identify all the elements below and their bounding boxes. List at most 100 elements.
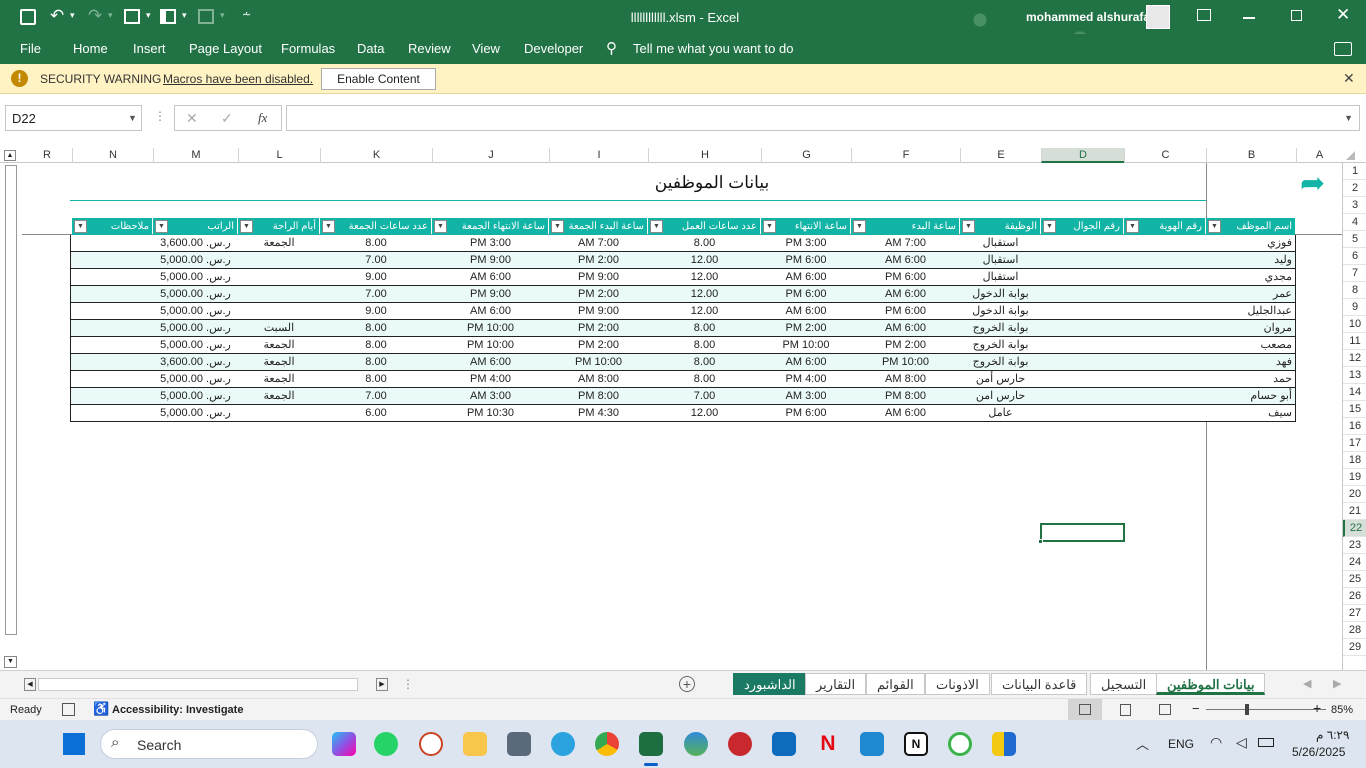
table-icon[interactable] bbox=[124, 9, 140, 24]
column-header-A[interactable]: A bbox=[1296, 148, 1342, 163]
table-cell[interactable]: 8:00 AM bbox=[549, 371, 648, 388]
table-cell[interactable]: بوابة الخروج bbox=[960, 337, 1041, 354]
enter-icon[interactable]: ✓ bbox=[221, 110, 233, 127]
taskbar-search-box[interactable]: ⌕ Search bbox=[100, 729, 318, 759]
table-cell[interactable]: 6:00 AM bbox=[851, 405, 960, 422]
table-cell[interactable]: 6:00 AM bbox=[432, 303, 549, 320]
tab-review[interactable]: Review bbox=[408, 41, 451, 56]
table-cell[interactable]: 2:00 PM bbox=[549, 337, 648, 354]
column-header-B[interactable]: B bbox=[1206, 148, 1296, 163]
table-cell[interactable]: 8:00 PM bbox=[851, 388, 960, 405]
table-cell[interactable]: 9:00 PM bbox=[549, 269, 648, 286]
table-cell[interactable]: سيف bbox=[1206, 405, 1296, 422]
table-cell[interactable]: 10:00 PM bbox=[761, 337, 851, 354]
filter-dropdown-icon[interactable]: ▼ bbox=[74, 220, 87, 233]
horizontal-scrollbar[interactable] bbox=[38, 678, 358, 691]
table-cell[interactable]: 8.00 bbox=[320, 371, 432, 388]
table-cell[interactable]: بوابة الخروج bbox=[960, 354, 1041, 371]
undo-icon[interactable]: ↶ bbox=[50, 6, 64, 26]
table-cell[interactable]: 6:00 AM bbox=[851, 286, 960, 303]
table-cell[interactable]: فوزي bbox=[1206, 235, 1296, 252]
table-cell[interactable] bbox=[1041, 235, 1124, 252]
scroll-thumb[interactable] bbox=[5, 165, 17, 635]
table-cell[interactable]: عامل bbox=[960, 405, 1041, 422]
volume-icon[interactable]: ◁ bbox=[1236, 734, 1247, 751]
table-cell[interactable]: 8.00 bbox=[648, 371, 761, 388]
sheet-tab-registration[interactable]: التسجيل bbox=[1090, 673, 1158, 695]
table-cell[interactable] bbox=[72, 371, 153, 388]
tab-developer[interactable]: Developer bbox=[524, 41, 583, 56]
column-header-M[interactable]: M bbox=[153, 148, 238, 163]
table-cell[interactable] bbox=[1041, 320, 1124, 337]
table-cell[interactable]: 3:00 AM bbox=[761, 388, 851, 405]
table-cell[interactable] bbox=[72, 269, 153, 286]
table-cell[interactable] bbox=[1041, 405, 1124, 422]
table-cell[interactable]: فهد bbox=[1206, 354, 1296, 371]
table-cell[interactable]: 12.00 bbox=[648, 269, 761, 286]
sheet-tab-lists[interactable]: القوائم bbox=[866, 673, 925, 695]
table-cell[interactable]: 2:00 PM bbox=[761, 320, 851, 337]
table-cell[interactable]: 8.00 bbox=[648, 337, 761, 354]
table-cell[interactable] bbox=[72, 337, 153, 354]
copilot-icon[interactable] bbox=[332, 732, 356, 756]
table-cell[interactable]: 7.00 bbox=[320, 286, 432, 303]
filter-dropdown-icon[interactable]: ▼ bbox=[322, 220, 335, 233]
column-header-J[interactable]: J bbox=[432, 148, 549, 163]
row-header[interactable]: 4 bbox=[1343, 214, 1366, 231]
column-header-R[interactable]: R bbox=[22, 148, 72, 163]
sheet-tab-reports[interactable]: التقارير bbox=[805, 673, 867, 695]
macros-disabled-link[interactable]: Macros have been disabled. bbox=[163, 72, 313, 86]
table-cell[interactable]: ر.س. 5,000.00 bbox=[153, 320, 238, 337]
table-cell[interactable]: 8.00 bbox=[320, 354, 432, 371]
table-cell[interactable]: ر.س. 3,600.00 bbox=[153, 235, 238, 252]
table-cell[interactable] bbox=[1041, 286, 1124, 303]
table-cell[interactable]: 4:30 PM bbox=[549, 405, 648, 422]
filter-dropdown-icon[interactable]: ▼ bbox=[155, 220, 168, 233]
name-box-dropdown-icon[interactable]: ▼ bbox=[128, 113, 137, 123]
battery-icon[interactable] bbox=[1258, 738, 1274, 747]
table-cell[interactable] bbox=[1124, 252, 1206, 269]
row-header[interactable]: 6 bbox=[1343, 248, 1366, 265]
row-header[interactable]: 14 bbox=[1343, 384, 1366, 401]
table-cell[interactable]: بوابة الدخول bbox=[960, 303, 1041, 320]
table-cell[interactable]: 6:00 AM bbox=[761, 303, 851, 320]
scroll-up-icon[interactable]: ▲ bbox=[4, 150, 16, 161]
filter-dropdown-icon[interactable]: ▼ bbox=[1126, 220, 1139, 233]
tab-home[interactable]: Home bbox=[73, 41, 108, 56]
filter-dropdown-icon[interactable]: ▼ bbox=[434, 220, 447, 233]
tab-data[interactable]: Data bbox=[357, 41, 384, 56]
page-layout-view-icon[interactable] bbox=[1120, 704, 1131, 716]
table-cell[interactable]: الجمعة bbox=[238, 388, 320, 405]
table-cell[interactable] bbox=[72, 405, 153, 422]
worksheet-grid[interactable]: بيانات الموظفين ➦ اسم الموظف ▼ رقم الهوية ▼… bbox=[22, 163, 1342, 670]
table-cell[interactable]: 3:00 AM bbox=[432, 388, 549, 405]
filter-dropdown-icon[interactable]: ▼ bbox=[1043, 220, 1056, 233]
table-cell[interactable]: مجدي bbox=[1206, 269, 1296, 286]
row-header[interactable]: 27 bbox=[1343, 605, 1366, 622]
filter-dropdown-icon[interactable]: ▼ bbox=[962, 220, 975, 233]
table-cell[interactable]: 10:00 PM bbox=[432, 337, 549, 354]
row-header[interactable]: 22 bbox=[1343, 520, 1366, 537]
enable-content-button[interactable]: Enable Content bbox=[321, 68, 436, 90]
table-cell[interactable]: استقبال bbox=[960, 252, 1041, 269]
column-header-K[interactable]: K bbox=[320, 148, 432, 163]
table-cell[interactable]: 6:00 AM bbox=[851, 252, 960, 269]
page-break-view-icon[interactable] bbox=[1159, 704, 1171, 715]
table-header-cell[interactable]: عدد ساعات العمل bbox=[648, 218, 760, 235]
table-cell[interactable]: 10:00 PM bbox=[851, 354, 960, 371]
telegram-icon[interactable] bbox=[551, 732, 575, 756]
close-icon[interactable]: ✕ bbox=[1336, 5, 1350, 25]
table-cell[interactable]: 4:00 PM bbox=[432, 371, 549, 388]
wifi-icon[interactable]: ◠ bbox=[1210, 734, 1222, 751]
filter-dropdown-icon[interactable]: ▼ bbox=[551, 220, 564, 233]
row-header[interactable]: 12 bbox=[1343, 350, 1366, 367]
table-cell[interactable]: ر.س. 5,000.00 bbox=[153, 252, 238, 269]
row-header[interactable]: 7 bbox=[1343, 265, 1366, 282]
netflix-icon[interactable]: N bbox=[816, 732, 840, 756]
table-cell[interactable]: 12.00 bbox=[648, 405, 761, 422]
tab-insert[interactable]: Insert bbox=[133, 41, 166, 56]
notion-icon[interactable]: N bbox=[904, 732, 928, 756]
table-cell[interactable]: حارس أمن bbox=[960, 371, 1041, 388]
calculator-icon[interactable] bbox=[507, 732, 531, 756]
fill-handle[interactable] bbox=[1038, 539, 1043, 544]
